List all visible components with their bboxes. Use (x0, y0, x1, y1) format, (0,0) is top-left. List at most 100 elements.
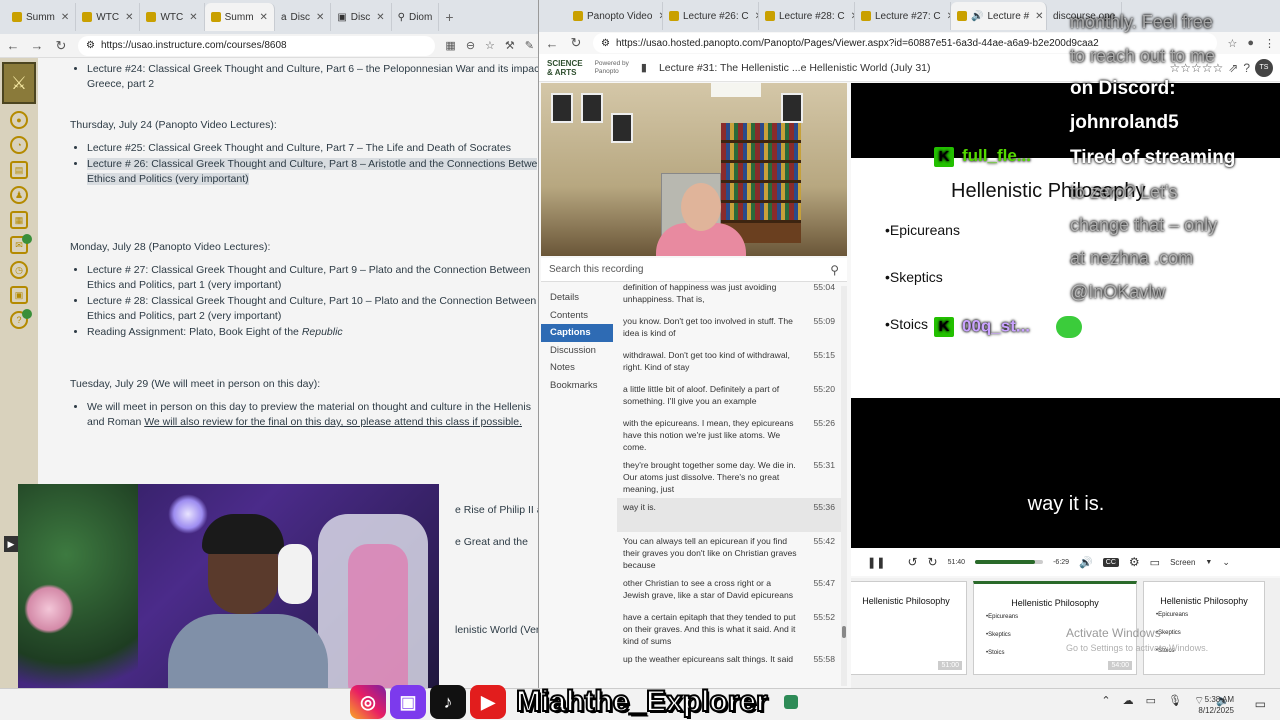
browser-tab-lecture-current[interactable]: 🔊 Lecture # ✕ (951, 2, 1047, 30)
school-logo[interactable]: SCIENCE & ARTS (547, 59, 583, 77)
browser-tab-4[interactable]: Summ ✕ (204, 3, 275, 31)
profile-icon[interactable]: ● (1247, 37, 1254, 50)
caption-row[interactable]: with the epicureans. I mean, they epicur… (617, 414, 841, 456)
collapse-icon[interactable]: ⌄ (1222, 557, 1230, 568)
browser-tab-5[interactable]: a Disc ✕ (275, 3, 332, 31)
caption-overlay: way it is. (1027, 493, 1105, 515)
browser-tab-3[interactable]: WTC ✕ (140, 3, 205, 31)
slide-thumbnail[interactable]: Hellenistic Philosophy 51:00 (851, 581, 967, 675)
browser-tab-1[interactable]: Summ ✕ (6, 3, 77, 31)
caption-row[interactable]: withdrawal. Don't get too kind of withdr… (617, 346, 841, 380)
help-icon[interactable]: ? (10, 309, 32, 329)
calendar-icon[interactable]: ▦ (10, 211, 28, 229)
close-icon[interactable]: ✕ (125, 12, 133, 23)
caption-row[interactable]: a little little bit of aloof. Definitely… (617, 380, 841, 414)
chevron-up-icon[interactable]: ⌃ (1101, 694, 1110, 708)
caption-row[interactable]: You can always tell an epicurean if you … (617, 532, 841, 574)
back-icon[interactable]: ← (545, 36, 559, 51)
notifications-icon[interactable]: ▭ (1255, 697, 1266, 711)
dashboard-icon[interactable]: ◔ (10, 136, 28, 154)
history-icon[interactable]: ◷ (10, 261, 28, 279)
url-field[interactable]: ⚙ https://usao.instructure.com/courses/86… (78, 35, 436, 56)
seek-bar[interactable] (975, 560, 1044, 564)
site-info-icon[interactable]: ⚙ (86, 40, 95, 51)
tab-notes[interactable]: Notes (541, 359, 615, 377)
browser-tab-panopto[interactable]: Panopto Video✕ (567, 2, 663, 30)
chat-message: @InOKavlw (1070, 282, 1166, 302)
courses-icon[interactable]: ▤ (10, 161, 28, 179)
reload-icon[interactable]: ↻ (569, 35, 583, 51)
rewind-icon[interactable]: ↺ (907, 555, 917, 569)
secondary-video-stream[interactable] (541, 83, 847, 256)
layout-select[interactable]: Screen (1170, 558, 1195, 567)
scroll-thumb[interactable] (842, 626, 846, 638)
star-icon[interactable]: ☆ (485, 39, 495, 52)
browser-tab-2[interactable]: WTC ✕ (76, 3, 141, 31)
caption-row[interactable]: way it is. 55:36 (617, 498, 841, 532)
close-icon[interactable]: ✕ (61, 12, 69, 23)
taskbar-clock[interactable]: 5:38 AM 8/12/2025 (1198, 694, 1234, 716)
help-icon[interactable]: ? (1243, 61, 1250, 75)
dropdown-icon[interactable]: ▼ (1205, 559, 1212, 566)
layout-icon[interactable]: ▭ (1150, 556, 1160, 569)
close-icon[interactable]: ✕ (376, 12, 384, 23)
apps-icon[interactable]: ▦ (445, 39, 455, 52)
tool-icon[interactable]: ⚒ (505, 39, 515, 52)
caption-row[interactable]: definition of happiness was just avoidin… (617, 280, 841, 312)
browser-tab-lecture-28[interactable]: Lecture #28: C✕ (759, 2, 855, 30)
slide-thumbnail[interactable]: Hellenistic Philosophy •Epicureans •Skepti… (1143, 581, 1265, 675)
network-icon[interactable]: ▭ (1146, 694, 1156, 708)
caption-row[interactable]: up the weather epicureans salt things. I… (617, 650, 841, 684)
browser-tab-lecture-27[interactable]: Lecture #27: C✕ (855, 2, 951, 30)
browser-tab-lecture-26[interactable]: Lecture #26: C✕ (663, 2, 759, 30)
expand-arrow-icon[interactable]: ▶ (4, 536, 18, 552)
chat-message: Tired of streaming (1070, 147, 1236, 168)
tab-details[interactable]: Details (541, 289, 615, 307)
forward-icon[interactable]: ↻ (928, 555, 938, 569)
university-logo[interactable]: ⚔ (2, 62, 36, 104)
closed-captions-button[interactable]: CC (1102, 557, 1119, 567)
share-icon[interactable]: ⇗ (1228, 61, 1238, 75)
caption-row[interactable]: you know. Don't get too involved in stuf… (617, 312, 841, 346)
studio-icon[interactable]: ▣ (10, 286, 28, 304)
caption-row[interactable]: they're brought together some day. We di… (617, 456, 841, 498)
audio-playing-icon[interactable]: 🔊 (971, 11, 983, 22)
groups-icon[interactable]: ♟ (10, 186, 28, 204)
caption-row[interactable]: have a certain epitaph that they tended … (617, 608, 841, 650)
search-icon[interactable]: ⚲ (830, 263, 839, 277)
account-icon[interactable]: ● (10, 111, 28, 129)
close-icon[interactable]: ✕ (1035, 11, 1043, 22)
tab-discussion[interactable]: Discussion (541, 342, 615, 360)
menu-icon[interactable]: ⋮ (1264, 37, 1275, 50)
folder-icon[interactable]: ▮ (641, 61, 647, 74)
mic-icon[interactable]: 🎙 (1168, 694, 1182, 708)
caption-row[interactable]: other Christian to see a cross right or … (617, 574, 841, 608)
caption-text: definition of happiness was just avoidin… (623, 282, 777, 304)
pause-icon[interactable]: ❚❚ (867, 556, 885, 569)
close-icon[interactable]: ✕ (260, 12, 268, 23)
user-avatar[interactable]: TS (1255, 58, 1273, 77)
reload-icon[interactable]: ↻ (54, 38, 68, 54)
search-recording-field[interactable]: Search this recording ⚲ (541, 258, 847, 282)
browser-tab-6[interactable]: ▣ Disc ✕ (331, 3, 392, 31)
pin-icon[interactable]: ✎ (525, 39, 534, 52)
close-icon[interactable]: ✕ (316, 12, 324, 23)
back-icon[interactable]: ← (6, 38, 20, 53)
forward-icon[interactable]: → (30, 38, 44, 53)
tab-contents[interactable]: Contents (541, 307, 615, 325)
settings-icon[interactable]: ⚙ (1129, 555, 1140, 569)
tab-bookmarks[interactable]: Bookmarks (541, 377, 615, 395)
cloud-icon[interactable]: ☁ (1123, 694, 1134, 708)
site-info-icon[interactable]: ⚙ (601, 38, 610, 49)
chat-app-icon[interactable] (783, 695, 798, 709)
browser-tab-7[interactable]: ⚲ Diom (392, 3, 440, 31)
new-tab-button[interactable]: + (439, 3, 459, 31)
tab-captions[interactable]: Captions (541, 324, 613, 342)
lecture-list-top: Lecture #24: Classical Greek Thought and… (70, 62, 542, 92)
volume-icon[interactable]: 🔊 (1079, 556, 1093, 569)
extension-icon[interactable]: ⊖ (466, 39, 475, 52)
inbox-icon[interactable]: ✉ (10, 234, 32, 254)
captions-scrollbar[interactable] (841, 286, 847, 686)
star-icon[interactable]: ☆ (1227, 37, 1237, 50)
close-icon[interactable]: ✕ (189, 12, 197, 23)
